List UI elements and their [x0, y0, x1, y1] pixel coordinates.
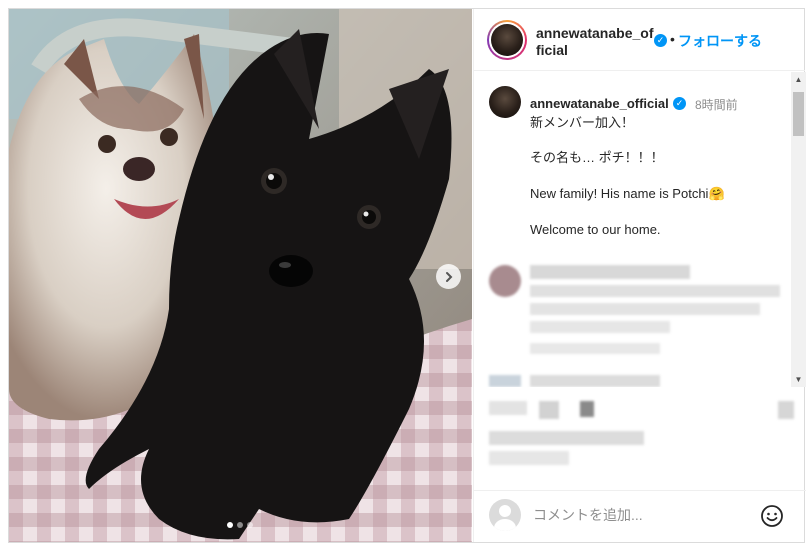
header-username[interactable]: annewatanabe_official: [536, 25, 656, 59]
comments-scroll-area[interactable]: annewatanabe_official ✓ 8時間前 新メンバー加入！ その…: [474, 72, 806, 387]
caption-line: Welcome to our home.: [530, 222, 661, 237]
dogs-photo: [9, 9, 472, 542]
avatar-image: [491, 23, 523, 56]
default-avatar-icon: [489, 499, 521, 531]
next-slide-button[interactable]: [436, 264, 461, 289]
carousel-indicator: [227, 522, 253, 528]
verified-badge-icon: ✓: [654, 34, 667, 47]
post-photo[interactable]: [9, 9, 472, 542]
scroll-down-arrow-icon[interactable]: ▼: [791, 372, 806, 387]
header-avatar[interactable]: [487, 19, 527, 60]
post-side-panel: annewatanabe_official ✓ • フォローする annewat…: [473, 9, 806, 542]
chevron-right-icon: [445, 271, 452, 282]
caption-line: 新メンバー加入！: [530, 115, 635, 130]
comment-input[interactable]: [533, 504, 753, 526]
caption-line: その名も… ポチ！！！: [530, 150, 664, 165]
scroll-up-arrow-icon[interactable]: ▲: [791, 72, 806, 87]
carousel-dot-3: [247, 522, 253, 528]
carousel-dot-2: [237, 522, 243, 528]
add-comment-bar: [474, 490, 806, 542]
caption-avatar[interactable]: [489, 86, 521, 118]
caption-username[interactable]: annewatanabe_official: [530, 96, 669, 111]
caption-avatar-row: [489, 86, 521, 118]
smiley-icon: [761, 505, 783, 527]
scroll-thumb[interactable]: [793, 92, 804, 136]
carousel-dot-1: [227, 522, 233, 528]
instagram-embed: annewatanabe_official ✓ • フォローする annewat…: [8, 8, 806, 543]
verified-badge-icon: ✓: [673, 97, 686, 110]
caption-timestamp[interactable]: 8時間前: [695, 96, 738, 113]
scrollbar[interactable]: ▲ ▼: [791, 72, 806, 387]
follow-button[interactable]: フォローする: [678, 31, 762, 51]
caption-line: New family! His name is Potchi🤗: [530, 186, 725, 201]
post-header: annewatanabe_official ✓ • フォローする: [474, 9, 805, 71]
header-separator: •: [670, 31, 675, 47]
emoji-button[interactable]: [760, 504, 784, 533]
